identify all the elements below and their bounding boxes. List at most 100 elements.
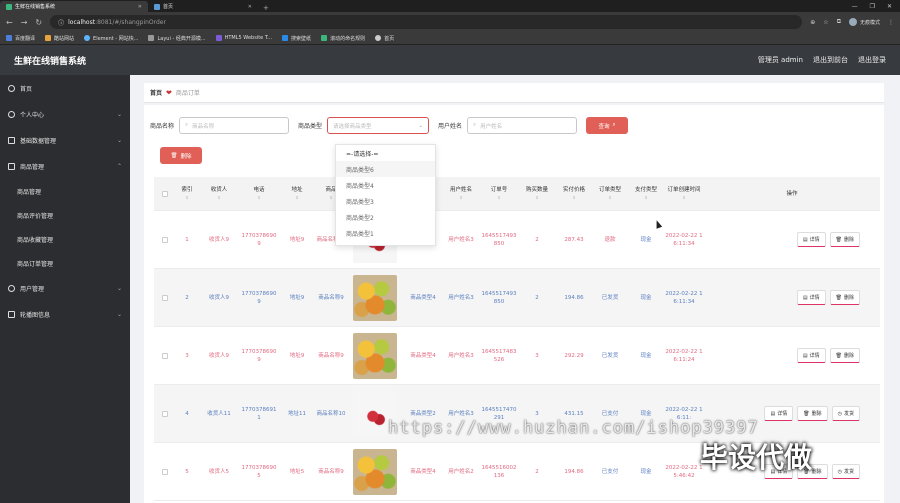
dropdown-option[interactable]: =-请选择-=	[336, 145, 435, 161]
row-checkbox[interactable]	[162, 294, 168, 301]
column-header[interactable]: 地址 ⇕	[278, 177, 316, 210]
row-action-button[interactable]: ▤ 详情	[796, 290, 826, 305]
bookmark-star-icon[interactable]: ☆	[823, 19, 828, 26]
new-tab-icon[interactable]: +	[258, 4, 274, 12]
exit-to-front-link[interactable]: 退出到前台	[813, 55, 848, 65]
row-action-button[interactable]: ▤ 详情	[796, 232, 826, 247]
cell-text: 现金	[640, 236, 652, 243]
sidebar-item-products[interactable]: 商品管理 ⌃	[0, 153, 130, 179]
sort-icon[interactable]: ⇕	[644, 194, 647, 202]
column-header[interactable]: 购买数量 ⇕	[518, 177, 556, 210]
column-header[interactable]: 支付类型 ⇕	[628, 177, 664, 210]
dropdown-option[interactable]: 商品类型6	[336, 161, 435, 177]
sidebar-sub-product-favorite[interactable]: 商品收藏管理	[0, 227, 130, 251]
dropdown-option[interactable]: 商品类型1	[336, 225, 435, 241]
search-button[interactable]: 查询 ⌕	[586, 117, 629, 134]
row-checkbox[interactable]	[162, 468, 168, 475]
sort-icon[interactable]: ⇕	[295, 194, 298, 202]
minimize-icon[interactable]: —	[852, 3, 858, 10]
forward-icon[interactable]: →	[21, 18, 28, 27]
row-action-button[interactable]: ▤ 详情	[796, 348, 826, 363]
browser-tab-active[interactable]: 生鲜在线销售系统 ✕	[0, 1, 148, 12]
row-action-button[interactable]: 🗑 删除	[797, 406, 828, 421]
row-checkbox[interactable]	[162, 352, 168, 359]
column-header[interactable]: 电话 ⇕	[240, 177, 278, 210]
product-type-select[interactable]: 请选择商品类型 ⌄	[327, 117, 430, 134]
sidebar-sub-product-manage[interactable]: 商品管理	[0, 179, 130, 203]
chevron-down-icon: ⌄	[116, 310, 122, 318]
bookmark-item[interactable]: Layui - 经典开源模...	[148, 35, 206, 42]
window-close-icon[interactable]: ✕	[887, 3, 892, 10]
sort-icon[interactable]: ⇕	[608, 194, 611, 202]
breadcrumb-home[interactable]: 首页	[150, 88, 162, 97]
column-header[interactable]: 订单类型 ⇕	[592, 177, 628, 210]
sidebar: 首页 个人中心 ⌄ 基础数据管理 ⌄ 商品管理 ⌃ 商品管理 商品评价管理 商品收藏管…	[0, 75, 130, 503]
bookmark-item[interactable]: HTML5 Website T...	[215, 35, 272, 41]
column-header[interactable]: 操作	[704, 177, 880, 210]
sort-icon[interactable]: ⇕	[682, 194, 685, 202]
row-action-button[interactable]: ◷ 发货	[831, 406, 860, 421]
column-header[interactable]: 订单创建时间 ⇕	[664, 177, 704, 210]
heart-icon: ❤	[166, 88, 172, 97]
url-field[interactable]: ⓘ localhost:8081/#/shangpinOrder	[50, 15, 803, 29]
menu-icon[interactable]: ⋮	[888, 19, 894, 26]
row-action-button[interactable]: ▤ 详情	[764, 406, 794, 421]
row-action-button[interactable]: ◷ 发货	[831, 464, 860, 479]
sidebar-item-profile[interactable]: 个人中心 ⌄	[0, 101, 130, 127]
bookmark-item[interactable]: 百度翻译	[6, 35, 35, 42]
column-header-label: 订单号	[490, 186, 508, 193]
row-checkbox[interactable]	[162, 236, 168, 243]
cell-price: 194.86	[556, 443, 592, 500]
extensions-icon[interactable]: ⧉	[837, 18, 841, 26]
browser-tab-bar: 生鲜在线销售系统 ✕ 首页 ✕ + — ❐ ✕	[0, 0, 900, 12]
close-icon[interactable]: ✕	[248, 4, 252, 10]
zoom-icon[interactable]: ⊕	[810, 19, 815, 26]
column-header[interactable]: 订单号 ⇕	[480, 177, 518, 210]
maximize-icon[interactable]: ❐	[870, 3, 875, 10]
batch-delete-button[interactable]: 🗑 删除	[160, 147, 202, 164]
profile-label: 无痕模式	[859, 19, 880, 26]
sort-icon[interactable]: ⇕	[257, 194, 260, 202]
bookmark-item[interactable]: Element - 网站快...	[84, 35, 138, 42]
sidebar-item-carousel[interactable]: 轮播图信息 ⌄	[0, 301, 130, 327]
column-header[interactable]: 用户姓名 ⇕	[442, 177, 480, 210]
sort-icon[interactable]: ⇕	[535, 194, 538, 202]
sort-icon[interactable]: ⇕	[497, 194, 500, 202]
breadcrumb: 首页 ❤ 商品订单	[144, 83, 884, 103]
cell-text: 商品类型4	[410, 294, 436, 301]
back-icon[interactable]: ←	[6, 18, 13, 27]
product-name-input[interactable]: ⌕ 商品名称	[179, 117, 290, 134]
sort-icon[interactable]: ⇕	[329, 194, 332, 202]
sort-icon[interactable]: ⇕	[459, 194, 462, 202]
browser-tab[interactable]: 首页 ✕	[148, 1, 258, 12]
sidebar-item-base-data[interactable]: 基础数据管理 ⌄	[0, 127, 130, 153]
user-name-input[interactable]: ⌕ 用户姓名	[467, 117, 578, 134]
column-header[interactable]: 实付价格 ⇕	[556, 177, 592, 210]
sort-icon[interactable]: ⇕	[572, 194, 575, 202]
sidebar-sub-product-review[interactable]: 商品评价管理	[0, 203, 130, 227]
row-action-button[interactable]: 🗑 删除	[829, 348, 860, 363]
profile-button[interactable]: 无痕模式	[848, 18, 880, 26]
sidebar-sub-product-order[interactable]: 商品订单管理	[0, 251, 130, 275]
bookmark-item[interactable]: 滚动的命名规则	[321, 35, 365, 42]
row-checkbox[interactable]	[162, 410, 168, 417]
row-action-button[interactable]: 🗑 删除	[829, 290, 860, 305]
reload-icon[interactable]: ↻	[35, 18, 42, 27]
bookmark-item[interactable]: 搜索壁纸	[282, 35, 311, 42]
sort-icon[interactable]: ⇕	[217, 194, 220, 202]
dropdown-option[interactable]: 商品类型3	[336, 193, 435, 209]
close-icon[interactable]: ✕	[138, 4, 142, 10]
dropdown-option[interactable]: 商品类型2	[336, 209, 435, 225]
select-all-checkbox[interactable]	[162, 190, 168, 197]
bookmark-item[interactable]: 酷站网站	[45, 35, 74, 42]
row-actions: ▤ 详情 🗑 删除	[704, 232, 880, 247]
sort-icon[interactable]: ⇕	[185, 194, 188, 202]
dropdown-option[interactable]: 商品类型4	[336, 177, 435, 193]
sidebar-item-home[interactable]: 首页	[0, 75, 130, 101]
bookmark-item[interactable]: 首页	[375, 35, 394, 42]
column-header[interactable]: 索引 ⇕	[176, 177, 198, 210]
column-header[interactable]: 收货人 ⇕	[198, 177, 240, 210]
logout-link[interactable]: 退出登录	[858, 55, 886, 65]
row-action-button[interactable]: 🗑 删除	[829, 232, 860, 247]
sidebar-item-users[interactable]: 用户管理 ⌄	[0, 275, 130, 301]
